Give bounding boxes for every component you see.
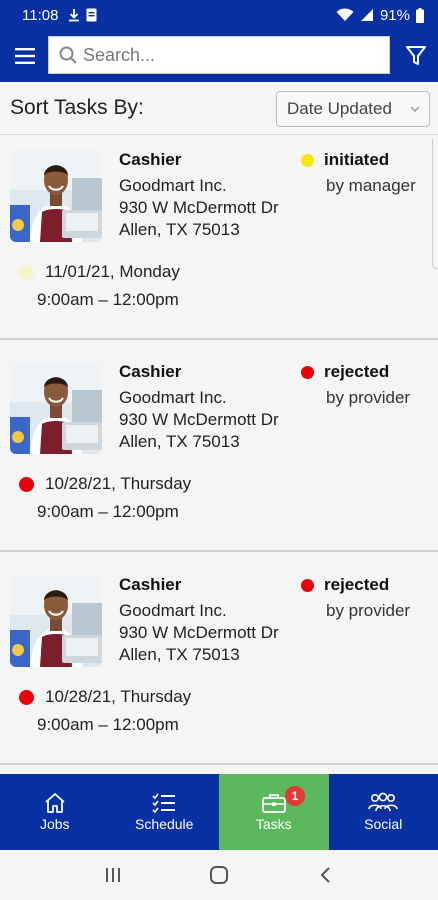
task-address-line2: Allen, TX 75013 [119, 645, 240, 664]
date-indicator-dot [19, 477, 34, 492]
task-date: 10/28/21, Thursday [45, 474, 192, 493]
cashier-photo [10, 362, 102, 454]
home-icon [45, 793, 65, 813]
task-address-line2: Allen, TX 75013 [119, 432, 240, 451]
task-time: 9:00am – 12:00pm [37, 290, 179, 309]
nav-social-label: Social [364, 816, 403, 832]
sort-selected-value: Date Updated [287, 99, 392, 118]
task-status: rejected [324, 362, 390, 381]
task-card[interactable]: Cashier Goodmart Inc. 930 W McDermott Dr Al… [0, 135, 438, 340]
task-card[interactable]: Cashier Goodmart Inc. 930 W McDermott Dr Al… [0, 560, 438, 765]
search-input[interactable] [83, 44, 363, 66]
search-box[interactable] [48, 36, 390, 74]
task-title: Cashier [119, 150, 182, 169]
task-company: Goodmart Inc. [119, 601, 227, 620]
task-status-by: by provider [326, 601, 411, 620]
sort-dropdown[interactable]: Date Updated [276, 91, 430, 127]
checklist-icon [152, 793, 176, 814]
cashier-photo [10, 150, 102, 242]
tasks-count-badge: 1 [285, 786, 305, 806]
system-nav-bar [0, 850, 438, 900]
back-icon [320, 867, 330, 883]
task-address-line1: 930 W McDermott Dr [119, 623, 279, 642]
briefcase-icon [261, 794, 286, 813]
menu-icon [15, 48, 35, 64]
recent-apps-icon [106, 868, 120, 882]
task-time: 9:00am – 12:00pm [37, 502, 179, 521]
status-indicator-dot [301, 154, 314, 167]
task-status-by: by provider [326, 388, 411, 407]
task-company: Goodmart Inc. [119, 176, 227, 195]
task-photo [10, 362, 102, 454]
task-status: initiated [324, 150, 390, 169]
recent-apps-button[interactable] [83, 855, 143, 895]
filter-button[interactable] [396, 36, 436, 76]
nav-schedule[interactable]: Schedule [110, 774, 220, 850]
home-button[interactable] [189, 855, 249, 895]
sort-row: Sort Tasks By: Date Updated [0, 82, 438, 134]
filter-icon [406, 46, 426, 65]
chevron-down-icon [410, 106, 420, 112]
home-circle-icon [210, 866, 228, 884]
nav-schedule-label: Schedule [135, 816, 194, 832]
nav-tasks[interactable]: Tasks 1 [219, 774, 329, 850]
task-title: Cashier [119, 362, 182, 381]
app-header [0, 30, 438, 82]
date-indicator-dot [19, 690, 34, 705]
wifi-icon [336, 8, 354, 22]
nav-social[interactable]: Social [329, 774, 438, 850]
nav-jobs-label: Jobs [39, 816, 70, 832]
nav-jobs[interactable]: Jobs [0, 774, 110, 850]
cashier-photo [10, 575, 102, 667]
task-list[interactable]: Cashier Goodmart Inc. 930 W McDermott Dr Al… [0, 134, 438, 774]
task-address-line2: Allen, TX 75013 [119, 220, 240, 239]
people-icon [368, 792, 399, 812]
task-photo [10, 575, 102, 667]
battery-icon [416, 7, 424, 23]
status-time: 11:08 [22, 6, 59, 24]
task-company: Goodmart Inc. [119, 388, 227, 407]
status-indicator-dot [301, 366, 314, 379]
task-status: rejected [324, 575, 390, 594]
task-date: 10/28/21, Thursday [45, 687, 192, 706]
app-screen: 11:08 91% Search... Sort Tasks By: Date … [0, 0, 438, 900]
task-card[interactable]: Cashier Goodmart Inc. 930 W McDermott Dr Al… [0, 347, 438, 552]
sort-label: Sort Tasks By: [10, 96, 144, 119]
task-address-line1: 930 W McDermott Dr [119, 198, 279, 217]
scrollbar[interactable] [432, 139, 438, 269]
date-indicator-dot [19, 265, 34, 280]
task-time: 9:00am – 12:00pm [37, 715, 179, 734]
status-bar: 11:08 91% [0, 0, 438, 30]
search-icon [59, 46, 77, 64]
task-address-line1: 930 W McDermott Dr [119, 410, 279, 429]
task-status-by: by manager [326, 176, 416, 195]
bottom-nav: Jobs Schedule Tasks 1 Social [0, 774, 438, 850]
nav-tasks-label: Tasks [255, 816, 292, 832]
status-indicator-dot [301, 579, 314, 592]
task-photo [10, 150, 102, 242]
task-date: 11/01/21, Monday [45, 262, 180, 281]
signal-icon [360, 8, 374, 22]
battery-percent: 91% [379, 6, 410, 24]
hamburger-menu-button[interactable] [0, 30, 50, 82]
download-icon [68, 8, 80, 22]
back-button[interactable] [295, 855, 355, 895]
document-icon [86, 8, 97, 22]
task-title: Cashier [119, 575, 182, 594]
